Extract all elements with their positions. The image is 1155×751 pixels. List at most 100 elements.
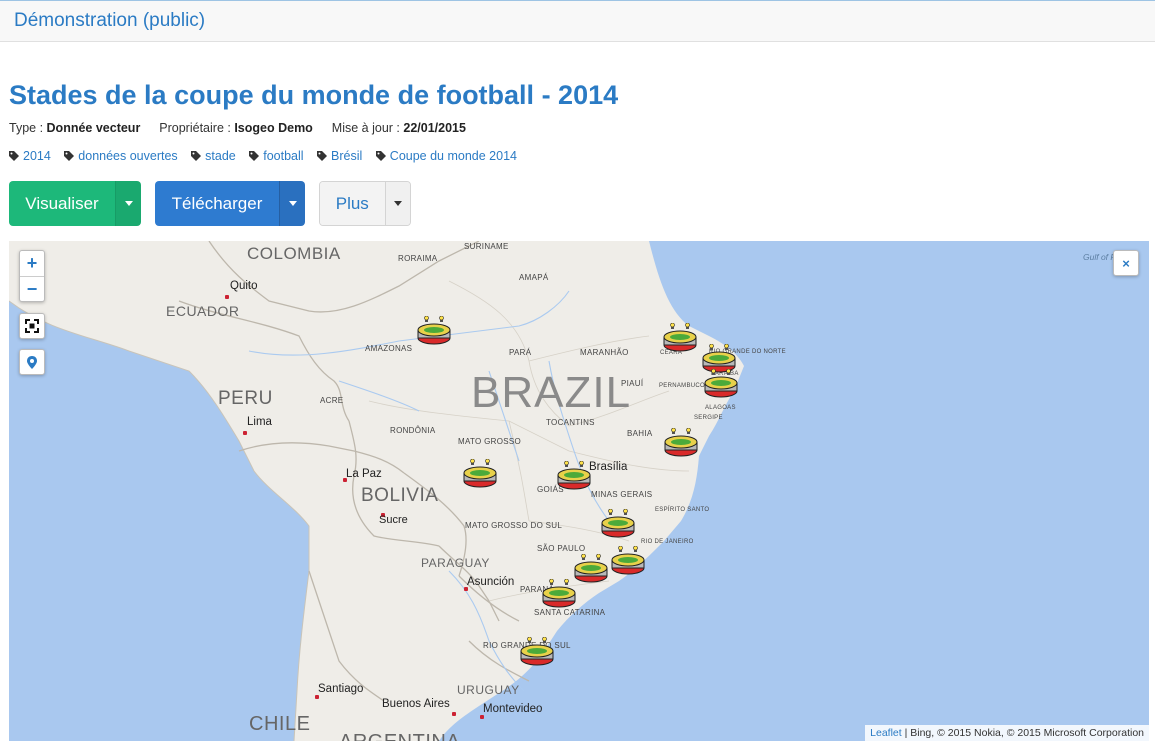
tag-item[interactable]: Coupe du monde 2014: [375, 149, 517, 163]
capital-dot: [225, 295, 229, 299]
country-label: BOLIVIA: [361, 485, 439, 506]
state-label: RORAIMA: [398, 254, 438, 263]
tag-label: football: [263, 149, 304, 163]
stadium-marker-icon[interactable]: [704, 369, 738, 399]
state-label: ALAGOAS: [705, 405, 736, 411]
city-label: Asunción: [467, 576, 515, 588]
country-label: COLOMBIA: [247, 244, 341, 263]
tag-label: Brésil: [331, 149, 363, 163]
state-label: ACRE: [320, 396, 344, 405]
caret-down-icon: [288, 201, 297, 206]
attribution-text: | Bing, © 2015 Nokia, © 2015 Microsoft C…: [904, 727, 1144, 739]
state-label: MARANHÃO: [580, 348, 629, 357]
tag-label: données ouvertes: [78, 149, 178, 163]
tag-icon: [9, 151, 19, 161]
city-label: Quito: [230, 280, 258, 292]
state-label: SERGIPE: [694, 415, 723, 421]
state-label: SANTA CATARINA: [534, 608, 606, 617]
download-dropdown-toggle[interactable]: [279, 181, 305, 226]
locate-control[interactable]: [19, 349, 45, 375]
download-button[interactable]: Télécharger: [155, 181, 279, 226]
capital-dot: [452, 712, 456, 716]
tag-icon: [375, 151, 386, 161]
tag-item[interactable]: football: [249, 149, 304, 163]
country-label: URUGUAY: [457, 683, 520, 697]
state-label: AMAPÁ: [519, 273, 549, 282]
close-map-button[interactable]: ×: [1113, 250, 1139, 276]
stadium-marker-icon[interactable]: [574, 554, 608, 584]
country-label: ECUADOR: [166, 303, 240, 319]
type-label: Type :: [9, 121, 44, 135]
state-label: PERNAMBUCO: [659, 383, 706, 389]
zoom-out-button[interactable]: −: [20, 276, 44, 301]
leaflet-link[interactable]: Leaflet: [870, 727, 902, 739]
state-label: MINAS GERAIS: [591, 490, 653, 499]
tag-item[interactable]: Brésil: [317, 149, 362, 163]
tag-label: 2014: [23, 149, 51, 163]
country-label: SURINAME: [464, 242, 509, 251]
tag-label: Coupe du monde 2014: [389, 149, 517, 163]
state-label: SÃO PAULO: [537, 544, 586, 553]
state-label: ESPÍRITO SANTO: [655, 507, 710, 513]
city-label: Lima: [247, 416, 272, 428]
type-value: Donnée vecteur: [46, 121, 141, 135]
state-label: RIO DE JANEIRO: [641, 539, 694, 545]
tag-icon: [191, 151, 202, 161]
country-label-brazil: BRAZIL: [471, 368, 632, 417]
visualize-button[interactable]: Visualiser: [9, 181, 115, 226]
stadium-marker-icon[interactable]: [520, 637, 554, 667]
tag-icon: [317, 151, 328, 161]
metadata-line: Type : Donnée vecteur Propriétaire : Iso…: [9, 121, 466, 135]
more-button[interactable]: Plus: [320, 182, 385, 225]
top-navbar: Démonstration (public): [0, 0, 1155, 42]
tag-item[interactable]: données ouvertes: [64, 149, 178, 163]
state-label: PARÁ: [509, 348, 532, 357]
map-viewer[interactable]: COLOMBIA ECUADOR PERU BOLIVIA PARAGUAY U…: [9, 241, 1149, 741]
map-pin-icon: [27, 355, 37, 369]
tag-icon: [249, 151, 260, 161]
stadium-marker-icon[interactable]: [611, 546, 645, 576]
country-label: CHILE: [249, 713, 311, 735]
stadium-marker-icon[interactable]: [463, 459, 497, 489]
state-label: AMAZONAS: [365, 344, 413, 353]
tag-item[interactable]: 2014: [9, 149, 51, 163]
stadium-marker-icon[interactable]: [417, 316, 451, 346]
updated-value: 22/01/2015: [403, 121, 466, 135]
capital-dot: [243, 431, 247, 435]
stadium-marker-icon[interactable]: [542, 579, 576, 609]
stadium-marker-icon[interactable]: [601, 509, 635, 539]
page-title: Stades de la coupe du monde de football …: [9, 80, 619, 110]
stadium-marker-icon[interactable]: [557, 461, 591, 491]
owner-value: Isogeo Demo: [234, 121, 313, 135]
state-label: MATO GROSSO DO SUL: [465, 521, 563, 530]
tag-icon: [64, 151, 75, 161]
more-dropdown-toggle[interactable]: [384, 182, 410, 225]
capital-dot: [315, 695, 319, 699]
state-label: PIAUÍ: [621, 379, 644, 388]
state-label: MATO GROSSO: [458, 437, 522, 446]
stadium-marker-icon[interactable]: [664, 428, 698, 458]
country-label: PERU: [218, 388, 273, 409]
stadium-marker-icon[interactable]: [663, 323, 697, 353]
brand-link[interactable]: Démonstration (public): [14, 10, 205, 32]
fullscreen-control[interactable]: [19, 313, 45, 339]
tag-label: stade: [205, 149, 236, 163]
more-button-group: Plus: [319, 181, 411, 226]
country-label: ARGENTINA: [339, 731, 460, 741]
state-label: RONDÔNIA: [390, 426, 436, 435]
zoom-in-button[interactable]: +: [20, 251, 44, 276]
caret-down-icon: [124, 201, 133, 206]
city-label: Sucre: [379, 514, 408, 526]
visualize-dropdown-toggle[interactable]: [115, 181, 141, 226]
map-attribution: Leaflet | Bing, © 2015 Nokia, © 2015 Mic…: [865, 725, 1149, 741]
owner-label: Propriétaire :: [159, 121, 231, 135]
visualize-button-group: Visualiser: [9, 181, 141, 226]
city-label: Montevideo: [483, 703, 543, 715]
city-label: Santiago: [318, 683, 364, 695]
caret-down-icon: [393, 201, 402, 206]
tag-item[interactable]: stade: [191, 149, 236, 163]
city-label: La Paz: [346, 468, 382, 480]
updated-label: Mise à jour :: [331, 121, 400, 135]
tag-list: 2014 données ouvertes stade football Bré…: [9, 149, 527, 163]
city-label: Brasília: [589, 461, 628, 473]
